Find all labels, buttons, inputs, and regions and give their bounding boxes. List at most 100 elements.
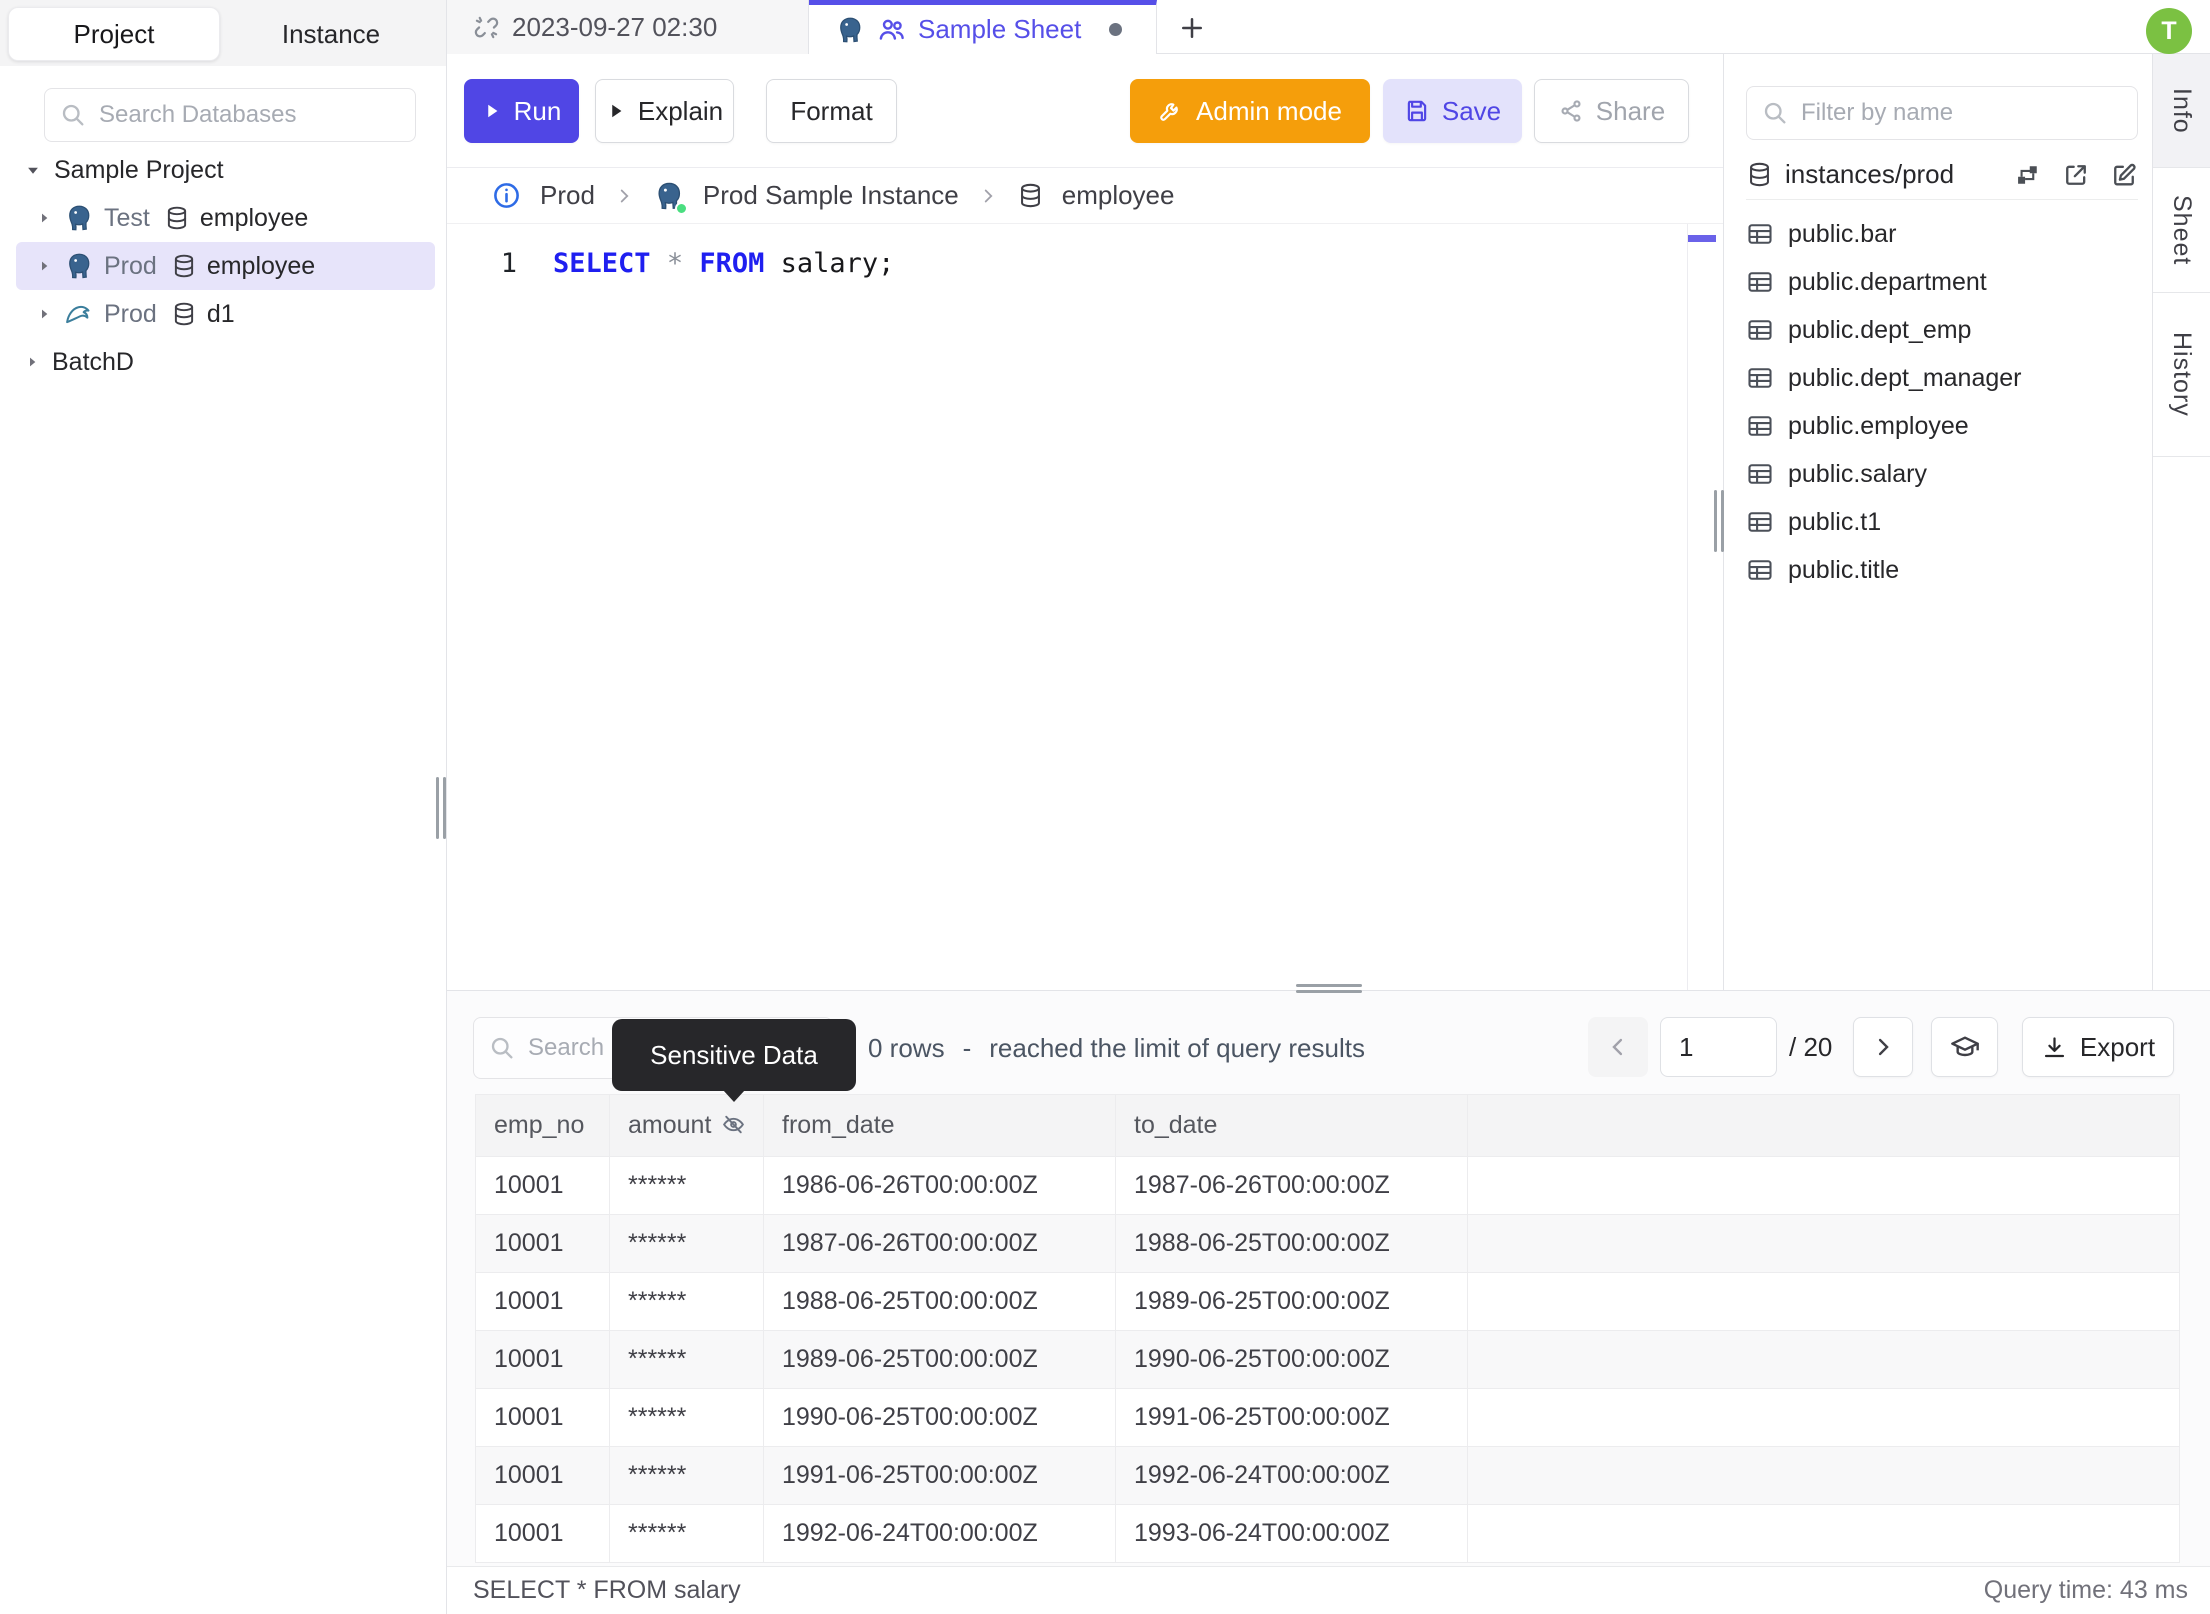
admin-mode-button[interactable]: Admin mode	[1130, 79, 1370, 143]
table-list-item[interactable]: public.dept_manager	[1746, 354, 2138, 402]
table-list-item[interactable]: public.dept_emp	[1746, 306, 2138, 354]
users-icon	[877, 15, 906, 44]
table-cell-filler	[1467, 1214, 2180, 1273]
eye-off-icon[interactable]	[721, 1112, 746, 1137]
table-row[interactable]: 10001 ****** 1988-06-25T00:00:00Z 1989-06-2…	[475, 1272, 2180, 1331]
tab-sample-sheet[interactable]: Sample Sheet	[809, 0, 1157, 54]
admin-mode-label: Admin mode	[1196, 95, 1342, 126]
minimap-code-mark	[1688, 235, 1716, 242]
connection-row: instances/prod	[1746, 154, 2138, 200]
table-cell: 10001	[475, 1330, 610, 1389]
table-cell-filler	[1467, 1272, 2180, 1331]
breadcrumb-instance[interactable]: Prod Sample Instance	[703, 180, 959, 211]
table-row[interactable]: 10001 ****** 1989-06-25T00:00:00Z 1990-06-2…	[475, 1330, 2180, 1389]
external-link-icon[interactable]	[2062, 161, 2090, 189]
chevron-right-icon	[613, 185, 635, 207]
schema-panel-resize-handle[interactable]	[1712, 490, 1726, 557]
database-search-input[interactable]	[44, 88, 416, 142]
save-label: Save	[1441, 95, 1502, 126]
postgres-instance-icon	[653, 180, 688, 215]
explain-button[interactable]: Explain	[595, 79, 734, 143]
tree-node-prod-employee[interactable]: Prod employee	[16, 242, 435, 290]
table-cell: 1987-06-26T00:00:00Z	[763, 1214, 1116, 1273]
table-name: public.dept_emp	[1788, 315, 1972, 344]
avatar[interactable]: T	[2146, 8, 2192, 54]
table-list-item[interactable]: public.department	[1746, 258, 2138, 306]
table-cell: 1987-06-26T00:00:00Z	[1115, 1156, 1468, 1215]
sql-editor[interactable]: 1 SELECT * FROM salary;	[447, 224, 1723, 990]
table-cell-filler	[1467, 1388, 2180, 1447]
format-label: Format	[790, 95, 873, 126]
table-filter-input[interactable]	[1746, 86, 2138, 140]
table-row[interactable]: 10001 ****** 1990-06-25T00:00:00Z 1991-06-2…	[475, 1388, 2180, 1447]
wrench-icon	[1158, 98, 1184, 124]
share-button[interactable]: Share	[1534, 79, 1689, 143]
graduation-cap-icon	[1949, 1031, 1981, 1063]
result-table-body: 10001 ****** 1986-06-26T00:00:00Z 1987-06-2…	[475, 1156, 2180, 1563]
query-results-panel: Sensitive Data 0 rows - reached the limi…	[447, 990, 2210, 1566]
tab-sheet[interactable]: Sheet	[2153, 168, 2210, 293]
table-list-item[interactable]: public.title	[1746, 546, 2138, 594]
play-icon	[606, 101, 626, 121]
table-row[interactable]: 10001 ****** 1992-06-24T00:00:00Z 1993-06-2…	[475, 1504, 2180, 1563]
info-icon[interactable]	[491, 180, 522, 211]
table-row[interactable]: 10001 ****** 1987-06-26T00:00:00Z 1988-06-2…	[475, 1214, 2180, 1273]
tab-project[interactable]: Project	[8, 7, 220, 61]
masking-info-button[interactable]	[1931, 1017, 1998, 1077]
breadcrumb-database[interactable]: employee	[1062, 180, 1175, 211]
table-list: public.bar public.department public.dept_e…	[1746, 210, 2138, 594]
table-cell: 1990-06-25T00:00:00Z	[1115, 1330, 1468, 1389]
format-button[interactable]: Format	[766, 79, 897, 143]
table-list-item[interactable]: public.employee	[1746, 402, 2138, 450]
table-cell: 10001	[475, 1214, 610, 1273]
column-header-emp-no: emp_no	[475, 1094, 610, 1157]
page-number-input[interactable]	[1660, 1017, 1777, 1077]
next-page-button[interactable]	[1853, 1017, 1913, 1077]
tree-node-prod-d1[interactable]: Prod d1	[16, 290, 435, 338]
unlink-icon	[473, 14, 500, 41]
database-icon	[171, 253, 197, 279]
chevron-right-icon[interactable]	[36, 258, 52, 274]
tooltip-label: Sensitive Data	[650, 1039, 818, 1070]
chevron-down-icon[interactable]	[24, 161, 42, 179]
result-table: emp_no amount from_date to_date 10001 ***…	[475, 1094, 2180, 1563]
table-icon	[1746, 412, 1774, 440]
chevron-right-icon[interactable]	[24, 354, 40, 370]
previous-page-button[interactable]	[1588, 1017, 1648, 1077]
sidebar-resize-handle[interactable]	[434, 777, 448, 844]
table-icon	[1746, 220, 1774, 248]
chevron-right-icon[interactable]	[36, 306, 52, 322]
table-list-item[interactable]: public.t1	[1746, 498, 2138, 546]
export-button[interactable]: Export	[2022, 1017, 2174, 1077]
edit-icon[interactable]	[2110, 161, 2138, 189]
search-databases-field[interactable]	[99, 101, 401, 129]
table-row[interactable]: 10001 ****** 1986-06-26T00:00:00Z 1987-06-2…	[475, 1156, 2180, 1215]
table-list-item[interactable]: public.salary	[1746, 450, 2138, 498]
schema-diagram-icon[interactable]	[2014, 161, 2042, 189]
environment-label: Prod	[104, 251, 157, 280]
results-resize-handle[interactable]	[1296, 981, 1362, 996]
tab-unsaved-sheet[interactable]: 2023-09-27 02:30	[447, 0, 809, 54]
mysql-icon	[64, 299, 94, 329]
run-button[interactable]: Run	[464, 79, 579, 143]
filter-by-name-field[interactable]	[1801, 99, 2123, 127]
new-tab-button[interactable]	[1172, 8, 1212, 48]
tab-info[interactable]: Info	[2153, 54, 2210, 168]
tab-label: 2023-09-27 02:30	[512, 11, 718, 42]
tab-history[interactable]: History	[2153, 293, 2210, 457]
save-button[interactable]: Save	[1383, 79, 1522, 143]
database-icon	[1746, 161, 1773, 188]
tree-node-sample-project[interactable]: Sample Project	[16, 146, 435, 194]
table-cell-filler	[1467, 1330, 2180, 1389]
chevron-right-icon[interactable]	[36, 210, 52, 226]
table-name: public.title	[1788, 555, 1900, 584]
tree-node-test-employee[interactable]: Test employee	[16, 194, 435, 242]
table-name: public.department	[1788, 267, 1987, 296]
tree-node-batchd[interactable]: BatchD	[16, 338, 435, 386]
breadcrumb-environment[interactable]: Prod	[540, 180, 595, 211]
share-icon	[1558, 98, 1584, 124]
table-list-item[interactable]: public.bar	[1746, 210, 2138, 258]
tab-instance[interactable]: Instance	[222, 7, 440, 61]
table-row[interactable]: 10001 ****** 1991-06-25T00:00:00Z 1992-06-2…	[475, 1446, 2180, 1505]
sql-identifier: salary;	[780, 248, 895, 279]
